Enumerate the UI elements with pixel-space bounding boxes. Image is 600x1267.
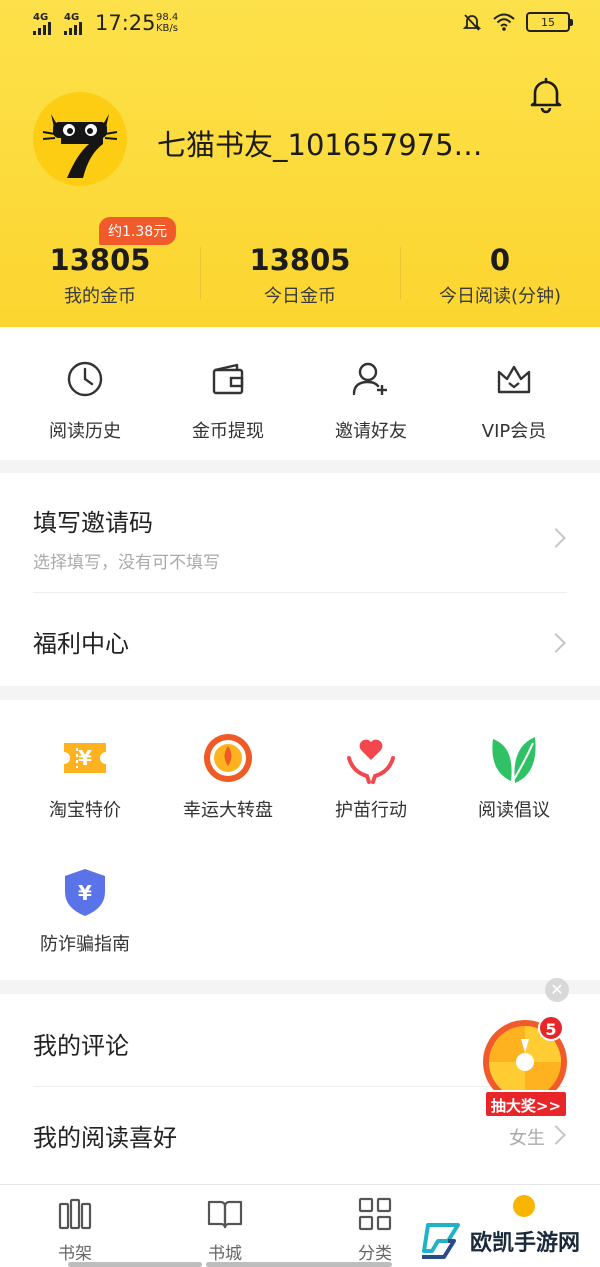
service-anti-fraud[interactable]: ¥ 防诈骗指南 bbox=[10, 862, 160, 956]
close-icon[interactable]: ✕ bbox=[545, 978, 569, 1002]
heart-hands-icon bbox=[347, 739, 395, 784]
service-taobao[interactable]: ¥ 淘宝特价 bbox=[10, 728, 160, 822]
prize-draw-button[interactable]: 抽大奖>> bbox=[484, 1090, 568, 1118]
cat-logo-icon bbox=[42, 114, 118, 178]
nav-mine-dot[interactable] bbox=[513, 1195, 535, 1217]
profile-header: 4G 4G 17:25 98.4 KB/s 15 七猫书友_101657975…… bbox=[0, 0, 600, 327]
quick-action-label: VIP会员 bbox=[481, 421, 547, 442]
quick-action-withdraw[interactable]: 金币提现 bbox=[153, 349, 303, 443]
battery-icon: 15 bbox=[526, 12, 573, 32]
username[interactable]: 七猫书友_101657975… bbox=[157, 122, 497, 164]
nav-label: 书架 bbox=[58, 1244, 92, 1264]
stat-value: 0 bbox=[489, 243, 511, 277]
quick-action-reading-history[interactable]: 阅读历史 bbox=[10, 349, 160, 443]
row-title: 福利中心 bbox=[33, 630, 129, 658]
wheel-icon bbox=[204, 734, 252, 782]
preference-value: 女生 bbox=[509, 1128, 545, 1149]
quick-action-label: 邀请好友 bbox=[335, 421, 407, 442]
svg-text:¥: ¥ bbox=[78, 746, 92, 770]
service-reading-initiative[interactable]: 阅读倡议 bbox=[439, 728, 589, 822]
services-card: ¥ 淘宝特价 幸运大转盘 护苗行动 阅读倡议 ¥ 防诈骗指南 bbox=[0, 700, 600, 980]
clock-icon bbox=[67, 361, 103, 397]
watermark-logo-icon bbox=[422, 1223, 460, 1259]
service-label: 淘宝特价 bbox=[49, 800, 121, 821]
reading-preference-row[interactable]: 我的阅读喜好 女生 bbox=[33, 1118, 567, 1154]
row-title: 我的阅读喜好 bbox=[33, 1124, 177, 1152]
watermark: 欧凯手游网 bbox=[414, 1218, 600, 1264]
service-child-protection[interactable]: 护苗行动 bbox=[296, 728, 446, 822]
bookshelf-icon bbox=[58, 1198, 92, 1230]
invite-code-row[interactable]: 填写邀请码 选择填写，没有可不填写 bbox=[33, 503, 567, 573]
quick-action-label: 金币提现 bbox=[192, 421, 264, 442]
status-bar: 4G 4G 17:25 98.4 KB/s 15 bbox=[0, 0, 600, 46]
stat-my-coins[interactable]: 13805 我的金币 bbox=[0, 240, 200, 308]
row-title: 填写邀请码 bbox=[33, 509, 153, 537]
avatar[interactable] bbox=[33, 92, 127, 186]
crown-icon bbox=[497, 365, 531, 394]
menu-card: 填写邀请码 选择填写，没有可不填写 福利中心 bbox=[0, 473, 600, 686]
welfare-center-row[interactable]: 福利中心 bbox=[33, 624, 567, 664]
stat-label: 我的金币 bbox=[64, 286, 136, 307]
stat-label: 今日金币 bbox=[264, 286, 336, 307]
stat-value: 13805 bbox=[249, 243, 351, 277]
service-label: 阅读倡议 bbox=[478, 800, 550, 821]
service-label: 防诈骗指南 bbox=[40, 934, 130, 955]
mute-bell-icon bbox=[462, 14, 482, 31]
nav-bookshelf[interactable]: 书架 bbox=[0, 1195, 150, 1264]
stat-today-reading[interactable]: 0 今日阅读(分钟) bbox=[400, 240, 600, 308]
nav-bookstore[interactable]: 书城 bbox=[150, 1195, 300, 1264]
home-indicator bbox=[68, 1262, 202, 1267]
watermark-text: 欧凯手游网 bbox=[470, 1231, 581, 1256]
nav-label: 书城 bbox=[208, 1244, 242, 1264]
quick-action-label: 阅读历史 bbox=[49, 421, 121, 442]
notification-bell-icon[interactable] bbox=[526, 74, 566, 114]
coupon-icon: ¥ bbox=[64, 743, 106, 773]
stat-value: 13805 bbox=[49, 243, 151, 277]
service-label: 护苗行动 bbox=[335, 800, 407, 821]
clock-time: 17:25 bbox=[95, 11, 156, 35]
leaf-icon bbox=[492, 737, 536, 783]
grid-icon bbox=[358, 1197, 392, 1231]
book-icon bbox=[207, 1200, 243, 1229]
home-indicator bbox=[206, 1262, 392, 1267]
shield-icon: ¥ bbox=[65, 869, 105, 916]
stat-label: 今日阅读(分钟) bbox=[438, 286, 562, 307]
prize-count-badge: 5 bbox=[538, 1015, 564, 1041]
divider bbox=[33, 592, 567, 593]
signal-icon bbox=[33, 19, 51, 35]
network-speed: 98.4 KB/s bbox=[156, 12, 179, 34]
add-user-icon bbox=[352, 362, 387, 396]
wallet-icon bbox=[212, 363, 244, 395]
service-label: 幸运大转盘 bbox=[183, 800, 273, 821]
stat-today-coins[interactable]: 13805 今日金币 bbox=[200, 240, 400, 308]
service-lucky-wheel[interactable]: 幸运大转盘 bbox=[153, 728, 303, 822]
quick-action-invite-friends[interactable]: 邀请好友 bbox=[296, 349, 446, 443]
quick-actions-card: 阅读历史 金币提现 邀请好友 VIP会员 bbox=[0, 327, 600, 460]
svg-text:¥: ¥ bbox=[78, 881, 92, 905]
signal-icon bbox=[64, 19, 82, 35]
row-subtitle: 选择填写，没有可不填写 bbox=[33, 553, 220, 573]
wifi-icon bbox=[493, 13, 515, 31]
quick-action-vip[interactable]: VIP会员 bbox=[439, 349, 589, 443]
